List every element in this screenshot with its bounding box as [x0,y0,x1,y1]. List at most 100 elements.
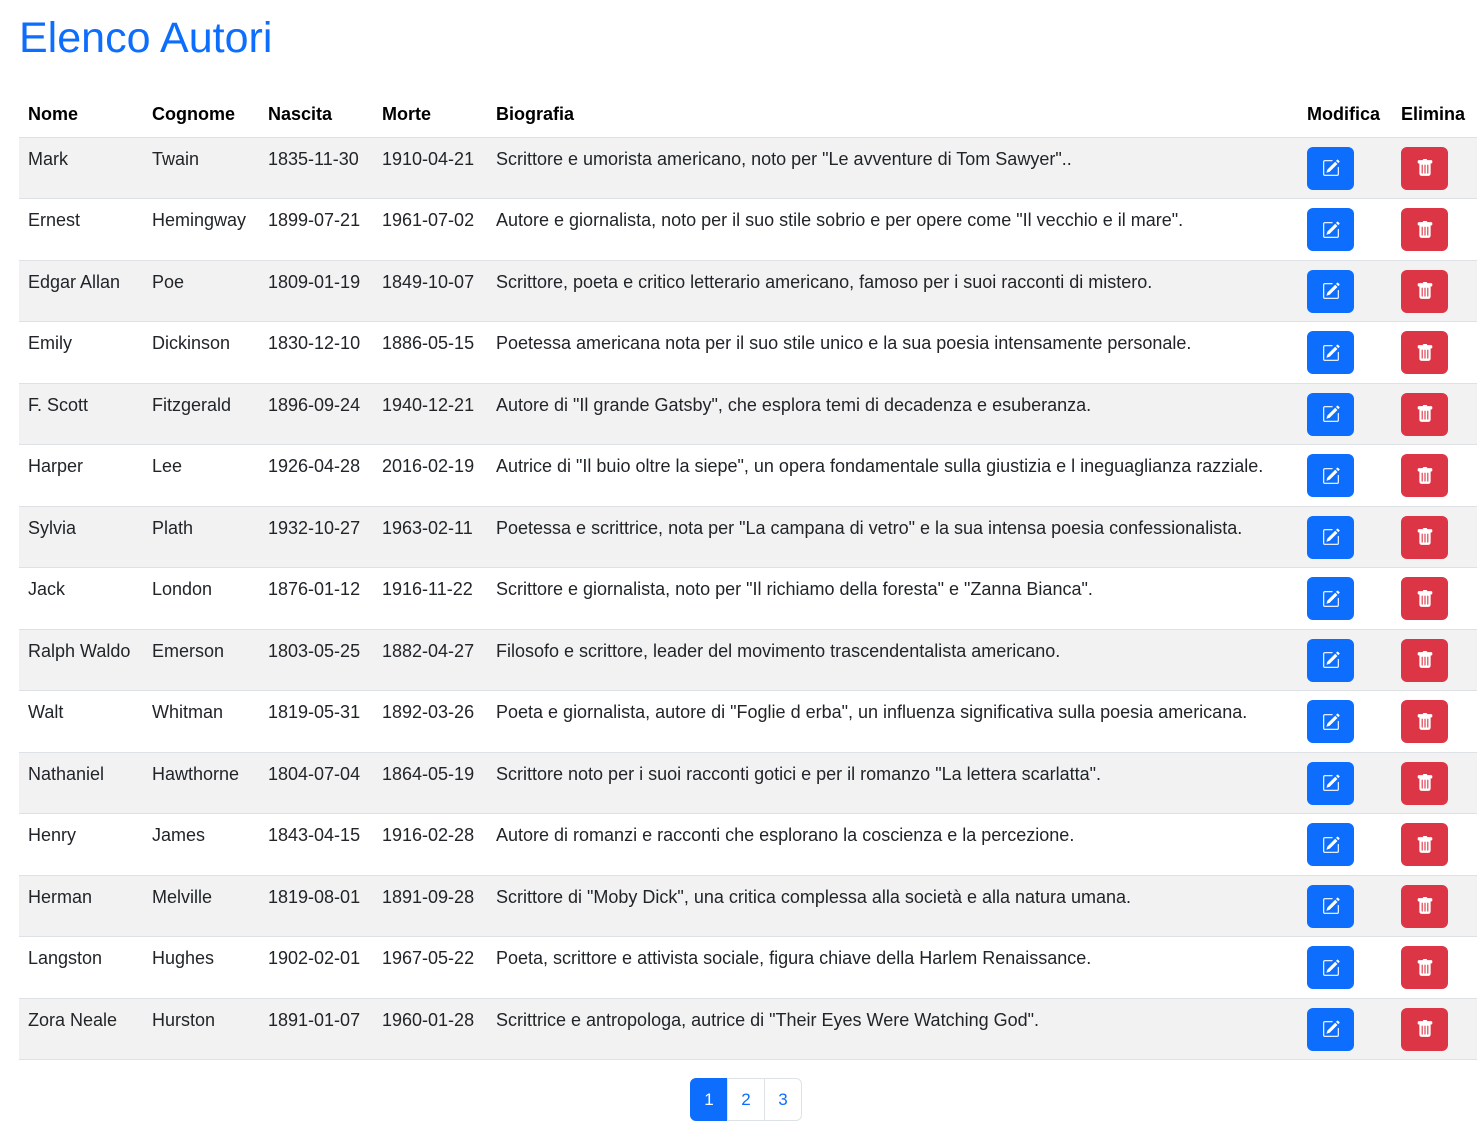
table-row: F. Scott Fitzgerald 1896-09-24 1940-12-2… [19,383,1477,445]
cell-nome: Sylvia [19,506,143,568]
cell-nascita: 1896-09-24 [259,383,373,445]
cell-cognome: Fitzgerald [143,383,259,445]
cell-cognome: Melville [143,875,259,937]
edit-button[interactable] [1307,515,1354,559]
pencil-square-icon [1322,713,1340,730]
edit-button[interactable] [1307,208,1354,251]
header-morte: Morte [373,92,487,138]
header-modifica: Modifica [1298,92,1392,138]
cell-elimina [1392,383,1477,445]
pencil-square-icon [1322,467,1340,484]
cell-cognome: Whitman [143,690,259,753]
cell-modifica [1298,444,1392,507]
cell-modifica [1298,260,1392,322]
cell-modifica [1298,506,1392,568]
cell-elimina [1392,813,1477,876]
table-row: Langston Hughes 1902-02-01 1967-05-22 Po… [19,936,1477,999]
page-link-1[interactable]: 1 [690,1078,728,1121]
pencil-square-icon [1322,774,1340,791]
page-link-3[interactable]: 3 [764,1078,802,1121]
delete-button[interactable] [1401,146,1448,190]
cell-modifica [1298,875,1392,937]
cell-nascita: 1926-04-28 [259,444,373,507]
edit-button[interactable] [1307,392,1354,436]
table-header: Nome Cognome Nascita Morte Biografia Mod… [19,92,1477,138]
pencil-square-icon [1322,1020,1340,1037]
table-row: Sylvia Plath 1932-10-27 1963-02-11 Poete… [19,506,1477,568]
header-row: Nome Cognome Nascita Morte Biografia Mod… [19,92,1477,138]
cell-nascita: 1804-07-04 [259,752,373,814]
delete-button[interactable] [1401,700,1448,743]
edit-button[interactable] [1307,884,1354,928]
cell-nascita: 1932-10-27 [259,506,373,568]
cell-morte: 1892-03-26 [373,690,487,753]
edit-button[interactable] [1307,577,1354,620]
cell-modifica [1298,813,1392,876]
cell-biografia: Autore di romanzi e racconti che esplora… [487,813,1298,876]
delete-button[interactable] [1401,884,1448,928]
cell-morte: 1940-12-21 [373,383,487,445]
pencil-square-icon [1322,282,1340,299]
trash-icon [1417,1020,1432,1037]
cell-elimina [1392,875,1477,937]
cell-cognome: Dickinson [143,321,259,384]
header-elimina: Elimina [1392,92,1477,138]
cell-elimina [1392,936,1477,999]
edit-button[interactable] [1307,823,1354,866]
cell-morte: 1960-01-28 [373,998,487,1060]
delete-button[interactable] [1401,454,1448,497]
table-row: Walt Whitman 1819-05-31 1892-03-26 Poeta… [19,690,1477,753]
delete-button[interactable] [1401,269,1448,313]
trash-icon [1417,343,1432,361]
trash-icon [1417,405,1432,422]
delete-button[interactable] [1401,823,1448,866]
header-cognome: Cognome [143,92,259,138]
trash-icon [1417,159,1432,176]
pencil-square-icon [1322,159,1340,176]
cell-morte: 1916-11-22 [373,567,487,630]
pencil-square-icon [1322,590,1340,607]
delete-button[interactable] [1401,208,1448,251]
delete-button[interactable] [1401,1007,1448,1051]
cell-nascita: 1891-01-07 [259,998,373,1060]
cell-elimina [1392,198,1477,261]
edit-button[interactable] [1307,146,1354,190]
cell-nome: Nathaniel [19,752,143,814]
cell-morte: 1967-05-22 [373,936,487,999]
delete-button[interactable] [1401,577,1448,620]
edit-button[interactable] [1307,454,1354,497]
cell-cognome: Hemingway [143,198,259,261]
delete-button[interactable] [1401,638,1448,682]
pencil-square-icon [1322,405,1340,422]
pencil-square-icon [1322,959,1340,976]
edit-button[interactable] [1307,946,1354,989]
cell-biografia: Scrittore e giornalista, noto per "Il ri… [487,567,1298,630]
delete-button[interactable] [1401,946,1448,989]
trash-icon [1417,835,1432,853]
table-row: Edgar Allan Poe 1809-01-19 1849-10-07 Sc… [19,260,1477,322]
delete-button[interactable] [1401,331,1448,374]
page-link-2[interactable]: 2 [727,1078,765,1121]
edit-button[interactable] [1307,331,1354,374]
cell-morte: 1916-02-28 [373,813,487,876]
cell-cognome: Emerson [143,629,259,691]
cell-nome: Henry [19,813,143,876]
edit-button[interactable] [1307,638,1354,682]
cell-nascita: 1830-12-10 [259,321,373,384]
delete-button[interactable] [1401,761,1448,805]
edit-button[interactable] [1307,761,1354,805]
cell-cognome: Plath [143,506,259,568]
edit-button[interactable] [1307,1007,1354,1051]
pencil-square-icon [1322,651,1340,668]
delete-button[interactable] [1401,392,1448,436]
page-title: Elenco Autori [19,14,273,62]
edit-button[interactable] [1307,700,1354,743]
delete-button[interactable] [1401,515,1448,559]
cell-biografia: Poeta, scrittore e attivista sociale, fi… [487,936,1298,999]
pencil-square-icon [1322,344,1340,361]
cell-elimina [1392,321,1477,384]
edit-button[interactable] [1307,269,1354,313]
pencil-square-icon [1322,221,1340,238]
cell-nome: Walt [19,690,143,753]
table-row: Jack London 1876-01-12 1916-11-22 Scritt… [19,567,1477,630]
